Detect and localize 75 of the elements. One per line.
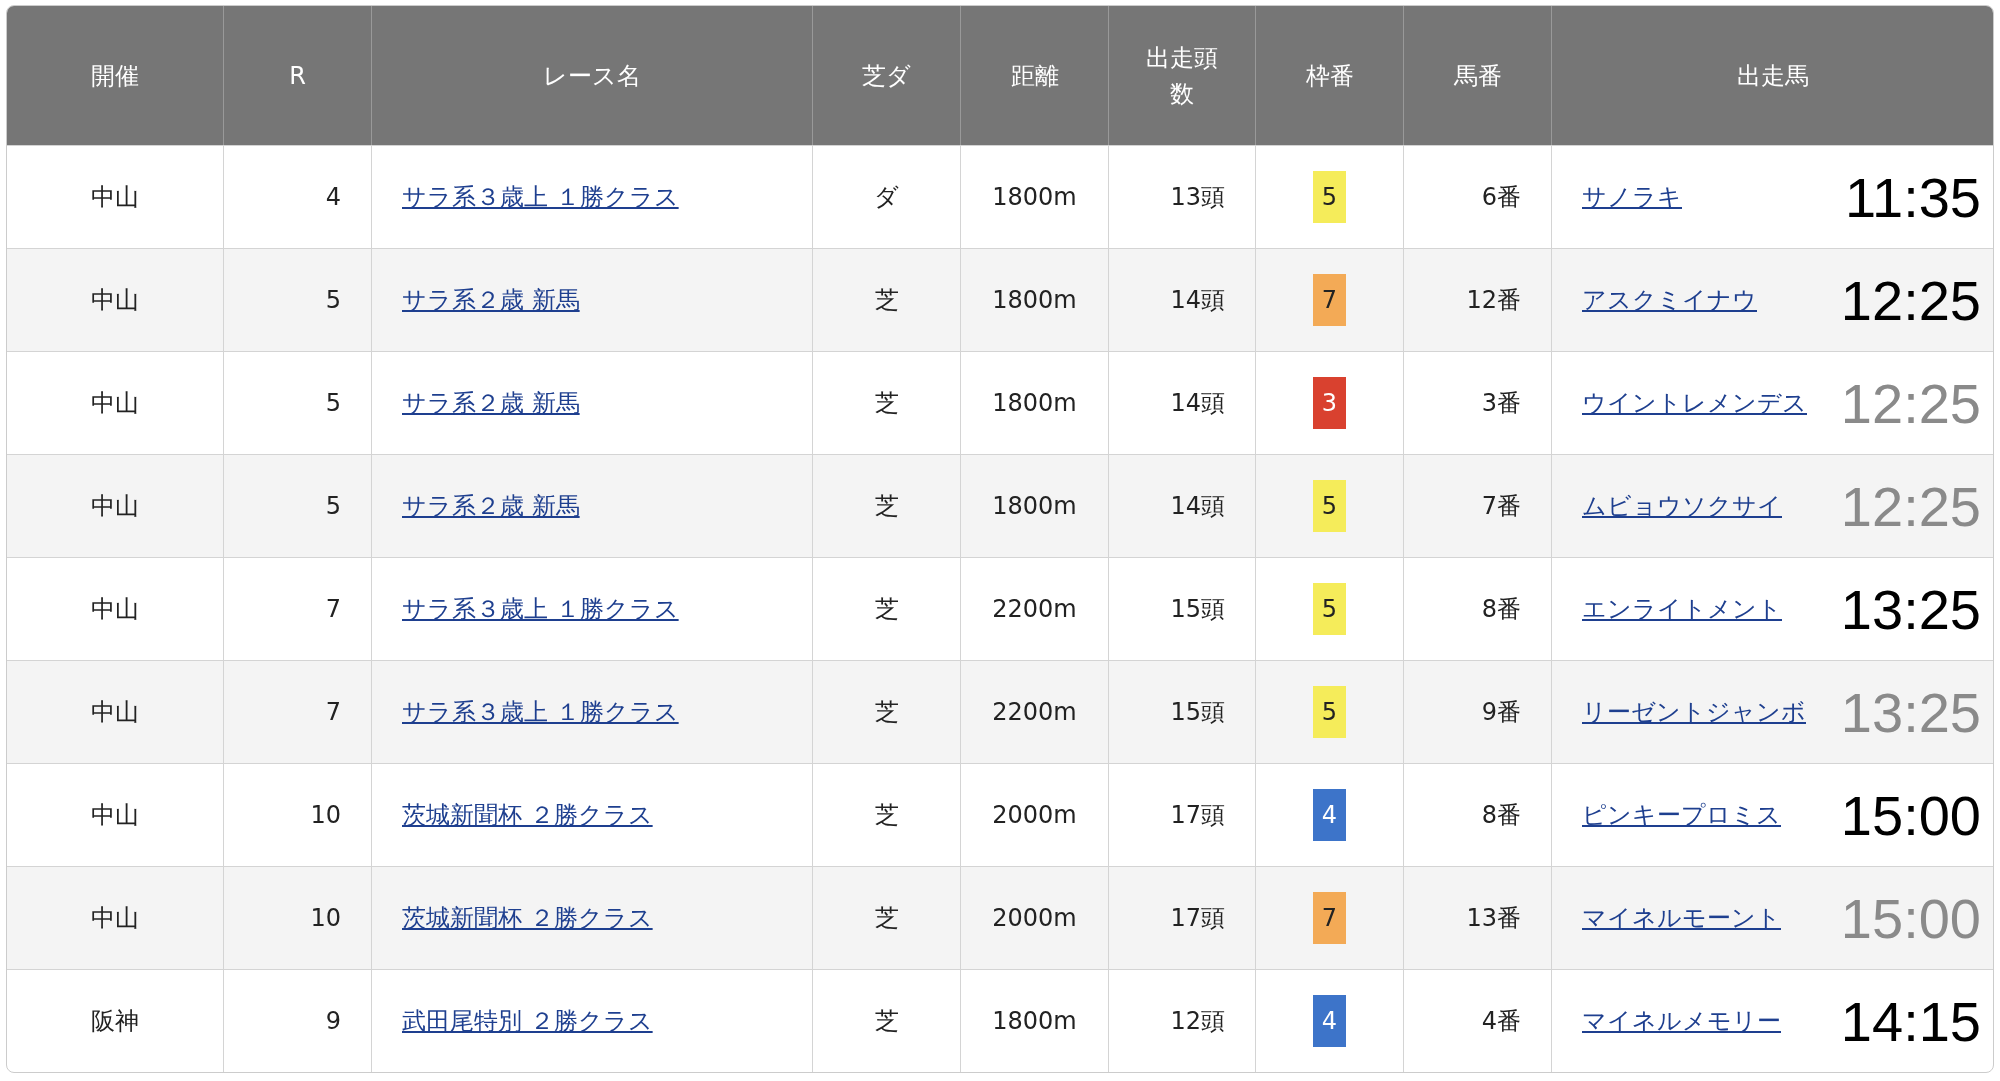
distance-cell: 2000m [961, 866, 1109, 969]
race-name-link[interactable]: サラ系２歳 新馬 [402, 387, 580, 419]
post-time: 14:15 [1840, 988, 1981, 1054]
column-header: 馬番 [1404, 6, 1552, 145]
post-time: 13:25 [1840, 576, 1981, 642]
runners-cell: 14頭 [1109, 454, 1256, 557]
surface-cell: 芝 [813, 248, 961, 351]
venue-cell: 中山 [7, 866, 224, 969]
post-time: 13:25 [1840, 679, 1981, 745]
race-name-link[interactable]: サラ系３歳上 １勝クラス [402, 696, 679, 728]
race-name-link[interactable]: 茨城新聞杯 ２勝クラス [402, 799, 653, 831]
race-name-link[interactable]: サラ系２歳 新馬 [402, 490, 580, 522]
post-time: 12:25 [1840, 267, 1981, 333]
post-time: 12:25 [1840, 473, 1981, 539]
frame-number-badge: 5 [1313, 583, 1346, 635]
frame-number-badge: 7 [1313, 892, 1346, 944]
column-header: 開催 [7, 6, 224, 145]
horse-name-link[interactable]: マイネルメモリー [1582, 1005, 1781, 1037]
horse-number-cell: 4番 [1404, 969, 1552, 1072]
horse-number-cell: 7番 [1404, 454, 1552, 557]
venue-cell: 中山 [7, 660, 224, 763]
column-header: 距離 [961, 6, 1109, 145]
surface-cell: 芝 [813, 866, 961, 969]
race-name-link[interactable]: 茨城新聞杯 ２勝クラス [402, 902, 653, 934]
horse-name-link[interactable]: ムビョウソクサイ [1582, 490, 1782, 522]
race-number-cell: 10 [224, 866, 372, 969]
runners-cell: 12頭 [1109, 969, 1256, 1072]
horse-name-link[interactable]: リーゼントジャンボ [1582, 696, 1806, 728]
horse-name-link[interactable]: ウイントレメンデス [1582, 387, 1807, 419]
surface-cell: 芝 [813, 660, 961, 763]
post-time: 11:35 [1845, 164, 1981, 230]
runners-cell: 17頭 [1109, 866, 1256, 969]
race-number-cell: 9 [224, 969, 372, 1072]
race-number-cell: 5 [224, 248, 372, 351]
column-header: 出走馬 [1552, 6, 1993, 145]
horse-name-link[interactable]: アスクミイナウ [1582, 284, 1757, 316]
column-header: 芝ダ [813, 6, 961, 145]
frame-number-badge: 7 [1313, 274, 1346, 326]
race-name-link[interactable]: 武田尾特別 ２勝クラス [402, 1005, 653, 1037]
distance-cell: 2200m [961, 660, 1109, 763]
horse-name-link[interactable]: エンライトメント [1582, 593, 1782, 625]
horse-name-link[interactable]: サノラキ [1582, 181, 1682, 213]
venue-cell: 中山 [7, 248, 224, 351]
distance-cell: 1800m [961, 454, 1109, 557]
horse-name-link[interactable]: ピンキープロミス [1582, 799, 1781, 831]
distance-cell: 1800m [961, 248, 1109, 351]
frame-number-badge: 3 [1313, 377, 1346, 429]
venue-cell: 中山 [7, 454, 224, 557]
frame-number-badge: 4 [1313, 789, 1346, 841]
post-time: 15:00 [1840, 782, 1981, 848]
horse-number-cell: 9番 [1404, 660, 1552, 763]
frame-number-badge: 4 [1313, 995, 1346, 1047]
column-header: レース名 [372, 6, 813, 145]
surface-cell: 芝 [813, 969, 961, 1072]
race-name-link[interactable]: サラ系３歳上 １勝クラス [402, 593, 679, 625]
post-time: 12:25 [1840, 370, 1981, 436]
frame-number-badge: 5 [1313, 171, 1346, 223]
runners-cell: 15頭 [1109, 660, 1256, 763]
race-number-cell: 7 [224, 660, 372, 763]
frame-number-badge: 5 [1313, 480, 1346, 532]
column-header: R [224, 6, 372, 145]
runners-cell: 14頭 [1109, 248, 1256, 351]
column-header: 枠番 [1256, 6, 1404, 145]
venue-cell: 阪神 [7, 969, 224, 1072]
race-name-link[interactable]: サラ系３歳上 １勝クラス [402, 181, 679, 213]
distance-cell: 1800m [961, 969, 1109, 1072]
surface-cell: 芝 [813, 454, 961, 557]
horse-number-cell: 12番 [1404, 248, 1552, 351]
race-name-link[interactable]: サラ系２歳 新馬 [402, 284, 580, 316]
horse-number-cell: 13番 [1404, 866, 1552, 969]
post-time: 15:00 [1840, 885, 1981, 951]
horse-name-link[interactable]: マイネルモーント [1582, 902, 1781, 934]
frame-number-badge: 5 [1313, 686, 1346, 738]
column-header: 出走頭数 [1109, 6, 1256, 145]
race-number-cell: 5 [224, 454, 372, 557]
